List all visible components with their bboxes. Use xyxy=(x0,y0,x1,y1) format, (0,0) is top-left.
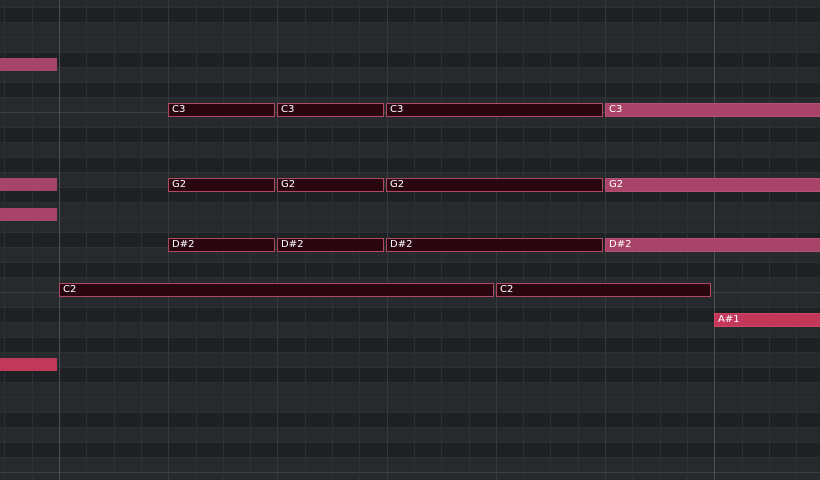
grid-line xyxy=(4,0,5,480)
pitch-lane xyxy=(0,158,820,173)
note-g2[interactable]: G2 xyxy=(386,178,603,192)
grid-line xyxy=(86,0,87,480)
pitch-lane xyxy=(0,473,820,480)
pitch-lane xyxy=(0,203,820,218)
offscreen-note[interactable] xyxy=(0,58,57,71)
pitch-lane xyxy=(0,128,820,143)
note-d-sharp-2[interactable]: D#2 xyxy=(605,238,820,252)
note-d-sharp-2[interactable]: D#2 xyxy=(386,238,603,252)
pitch-lane xyxy=(0,413,820,428)
pitch-lane xyxy=(0,68,820,83)
note-c3[interactable]: C3 xyxy=(386,103,603,117)
pitch-lane xyxy=(0,368,820,383)
pitch-lane xyxy=(0,323,820,338)
note-g2[interactable]: G2 xyxy=(168,178,275,192)
note-c2[interactable]: C2 xyxy=(59,283,494,297)
pitch-lane xyxy=(0,83,820,98)
note-a-sharp-1[interactable]: A#1 xyxy=(714,313,820,327)
pitch-lane xyxy=(0,353,820,368)
pitch-lane xyxy=(0,308,820,323)
offscreen-note[interactable] xyxy=(0,208,57,221)
grid-line xyxy=(114,0,115,480)
note-c3[interactable]: C3 xyxy=(168,103,275,117)
grid-line xyxy=(32,0,33,480)
pitch-lane xyxy=(0,38,820,53)
note-c3[interactable]: C3 xyxy=(605,103,820,117)
note-d-sharp-2[interactable]: D#2 xyxy=(168,238,275,252)
pitch-lane xyxy=(0,23,820,38)
pitch-lane xyxy=(0,383,820,398)
note-d-sharp-2[interactable]: D#2 xyxy=(277,238,384,252)
pitch-lane xyxy=(0,0,820,8)
note-c2[interactable]: C2 xyxy=(496,283,711,297)
note-c3[interactable]: C3 xyxy=(277,103,384,117)
note-g2[interactable]: G2 xyxy=(605,178,820,192)
pitch-lane xyxy=(0,428,820,443)
pitch-lane xyxy=(0,218,820,233)
pitch-lane xyxy=(0,143,820,158)
grid-line xyxy=(59,0,60,480)
pitch-lane xyxy=(0,443,820,458)
pitch-lane xyxy=(0,8,820,23)
piano-roll-grid[interactable]: C3 C3 C3 C3 G2 G2 G2 G2 D#2 D#2 D#2 D#2 … xyxy=(0,0,820,480)
pitch-lane xyxy=(0,398,820,413)
pitch-lane xyxy=(0,458,820,473)
pitch-lane xyxy=(0,53,820,68)
note-g2[interactable]: G2 xyxy=(277,178,384,192)
pitch-lane xyxy=(0,338,820,353)
pitch-lane xyxy=(0,263,820,278)
offscreen-note[interactable] xyxy=(0,358,57,371)
offscreen-note[interactable] xyxy=(0,178,57,191)
grid-line xyxy=(141,0,142,480)
